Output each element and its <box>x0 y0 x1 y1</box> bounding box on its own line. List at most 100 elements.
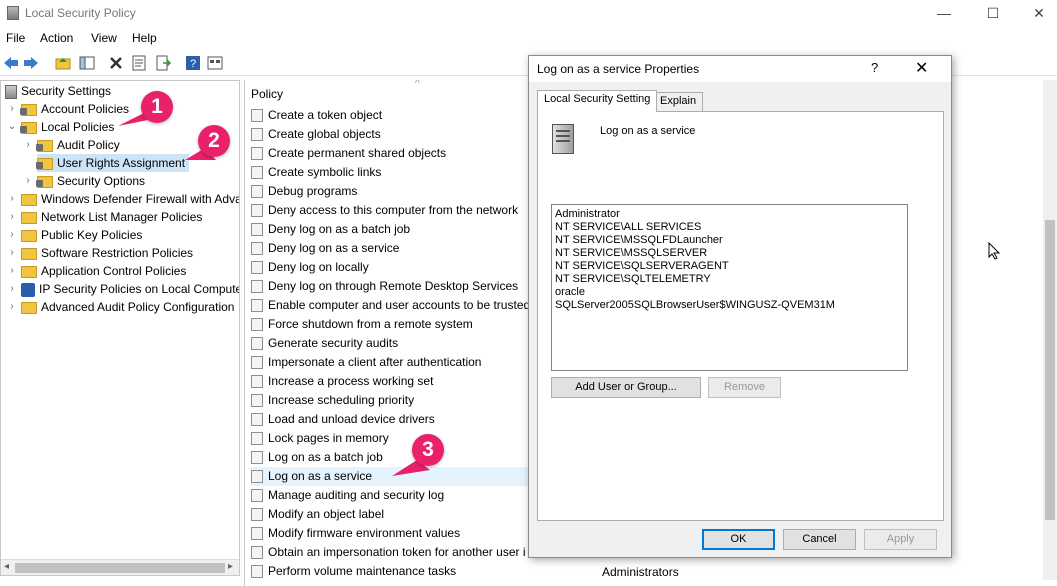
chevron-right-icon[interactable]: › <box>7 298 17 316</box>
policy-list-item[interactable]: Impersonate a client after authenticatio… <box>251 353 481 372</box>
account-item[interactable]: NT SERVICE\SQLSERVERAGENT <box>555 260 904 273</box>
policy-list-item[interactable]: Deny log on as a batch job <box>251 220 410 239</box>
tree-item-firewall[interactable]: › Windows Defender Firewall with Adva <box>5 190 239 208</box>
tab-local-security-setting[interactable]: Local Security Setting <box>537 90 658 112</box>
up-folder-icon[interactable] <box>55 55 71 71</box>
chevron-right-icon[interactable]: › <box>7 208 17 226</box>
policy-list-item[interactable]: Create a token object <box>251 106 382 125</box>
chevron-right-icon[interactable]: › <box>7 280 17 298</box>
scroll-left-icon[interactable]: ◂ <box>4 561 9 572</box>
show-hide-tree-icon[interactable] <box>79 55 95 71</box>
forward-arrow-icon[interactable] <box>23 55 39 71</box>
chevron-right-icon[interactable]: › <box>7 244 17 262</box>
policy-list-item[interactable]: Create permanent shared objects <box>251 144 446 163</box>
menu-action[interactable]: Action <box>40 31 73 45</box>
policy-list-item[interactable]: Obtain an impersonation token for anothe… <box>251 543 525 562</box>
policy-list-item[interactable]: Load and unload device drivers <box>251 410 435 429</box>
tree-horizontal-scrollbar[interactable]: ◂ ▸ <box>1 559 239 575</box>
tab-explain[interactable]: Explain <box>653 92 704 112</box>
policy-list-item[interactable]: Manage auditing and security log <box>251 486 444 505</box>
chevron-right-icon[interactable]: › <box>7 262 17 280</box>
tree-item-public-key[interactable]: › Public Key Policies <box>5 226 142 244</box>
folder-icon <box>36 175 53 188</box>
account-item[interactable]: oracle <box>555 286 904 299</box>
tree-item-ip-security[interactable]: › IP Security Policies on Local Compute <box>5 280 239 298</box>
tree-item-application-control[interactable]: › Application Control Policies <box>5 262 186 280</box>
delete-icon[interactable] <box>108 55 124 71</box>
cancel-button[interactable]: Cancel <box>783 529 856 550</box>
chevron-right-icon[interactable]: › <box>7 100 17 118</box>
tree-item-audit-policy[interactable]: › Audit Policy <box>21 136 119 154</box>
ip-security-icon <box>21 282 35 297</box>
menu-help[interactable]: Help <box>132 31 157 45</box>
dialog-help-button[interactable]: ? <box>871 60 878 75</box>
policy-list-item[interactable]: Perform volume maintenance tasks <box>251 562 456 581</box>
close-button[interactable]: ✕ <box>1016 0 1057 28</box>
account-item[interactable]: SQLServer2005SQLBrowserUser$WINGUSZ-QVEM… <box>555 299 904 312</box>
list-vertical-scrollbar[interactable] <box>1043 80 1057 580</box>
menu-file[interactable]: File <box>6 31 25 45</box>
policy-list-item[interactable]: Modify firmware environment values <box>251 524 460 543</box>
scrollbar-thumb[interactable] <box>1045 220 1055 520</box>
minimize-button[interactable]: — <box>921 0 967 28</box>
apply-button[interactable]: Apply <box>864 529 937 550</box>
policy-list-item[interactable]: Deny log on through Remote Desktop Servi… <box>251 277 518 296</box>
tree-item-network-list[interactable]: › Network List Manager Policies <box>5 208 202 226</box>
policy-list-item[interactable]: Debug programs <box>251 182 357 201</box>
policy-list-item[interactable]: Create global objects <box>251 125 381 144</box>
properties-icon[interactable] <box>131 55 147 71</box>
folder-icon <box>21 247 37 260</box>
svg-text:?: ? <box>190 58 196 70</box>
policy-list-item[interactable]: Increase a process working set <box>251 372 433 391</box>
dialog-close-button[interactable]: ✕ <box>915 58 928 78</box>
policy-list-item[interactable]: Log on as a service <box>251 467 531 486</box>
account-item[interactable]: NT SERVICE\MSSQLFDLauncher <box>555 234 904 247</box>
export-list-icon[interactable] <box>155 55 171 71</box>
policy-list-item[interactable]: Modify an object label <box>251 505 384 524</box>
ok-button[interactable]: OK <box>702 529 775 550</box>
remove-button[interactable]: Remove <box>708 377 781 398</box>
scrollbar-thumb[interactable] <box>15 563 225 573</box>
chevron-right-icon[interactable]: › <box>7 226 17 244</box>
policy-icon <box>251 128 263 142</box>
policy-item-label: Create symbolic links <box>268 165 382 179</box>
account-item[interactable]: NT SERVICE\MSSQLSERVER <box>555 247 904 260</box>
tree-item-user-rights-assignment[interactable]: User Rights Assignment <box>36 154 190 172</box>
column-header-policy[interactable]: Policy <box>251 87 283 101</box>
policy-list-item[interactable]: Deny access to this computer from the ne… <box>251 201 518 220</box>
chevron-right-icon[interactable]: › <box>23 136 33 154</box>
chevron-down-icon[interactable]: ⌄ <box>7 118 17 136</box>
policy-icon <box>251 185 263 199</box>
policy-list-item[interactable]: Force shutdown from a remote system <box>251 315 473 334</box>
folder-icon <box>21 193 37 206</box>
help-icon[interactable]: ? <box>185 55 201 71</box>
back-arrow-icon[interactable] <box>3 55 19 71</box>
policy-list-item[interactable]: Log on as a batch job <box>251 448 383 467</box>
chevron-right-icon[interactable]: › <box>7 190 17 208</box>
accounts-listbox[interactable]: Administrator NT SERVICE\ALL SERVICES NT… <box>551 204 908 371</box>
chevron-right-icon[interactable]: › <box>23 172 33 190</box>
account-item[interactable]: NT SERVICE\SQLTELEMETRY <box>555 273 904 286</box>
policy-list-item[interactable]: Create symbolic links <box>251 163 381 182</box>
maximize-button[interactable]: ☐ <box>970 0 1016 28</box>
policy-list-item[interactable]: Lock pages in memory <box>251 429 389 448</box>
policy-icon <box>251 204 263 218</box>
tree-item-local-policies[interactable]: ⌄ Local Policies <box>5 118 115 136</box>
menu-view[interactable]: View <box>91 31 117 45</box>
account-item[interactable]: NT SERVICE\ALL SERVICES <box>555 221 904 234</box>
policy-list-item[interactable]: Enable computer and user accounts to be … <box>251 296 530 315</box>
policy-list-item[interactable]: Increase scheduling priority <box>251 391 414 410</box>
tree-item-software-restriction[interactable]: › Software Restriction Policies <box>5 244 193 262</box>
policy-list-item[interactable]: Deny log on as a service <box>251 239 399 258</box>
account-item[interactable]: Administrator <box>555 208 904 221</box>
tree-item-advanced-audit[interactable]: › Advanced Audit Policy Configuration <box>5 298 234 316</box>
tree-root[interactable]: Security Settings <box>5 82 111 100</box>
tree-item-label: Application Control Policies <box>41 264 187 278</box>
policy-list-item[interactable]: Generate security audits <box>251 334 398 353</box>
scroll-right-icon[interactable]: ▸ <box>228 561 233 572</box>
policy-list-item[interactable]: Deny log on locally <box>251 258 369 277</box>
add-user-or-group-button[interactable]: Add User or Group... <box>551 377 701 398</box>
view-icon[interactable] <box>207 55 223 71</box>
tree-item-security-options[interactable]: › Security Options <box>21 172 145 190</box>
tree-item-account-policies[interactable]: › Account Policies <box>5 100 129 118</box>
